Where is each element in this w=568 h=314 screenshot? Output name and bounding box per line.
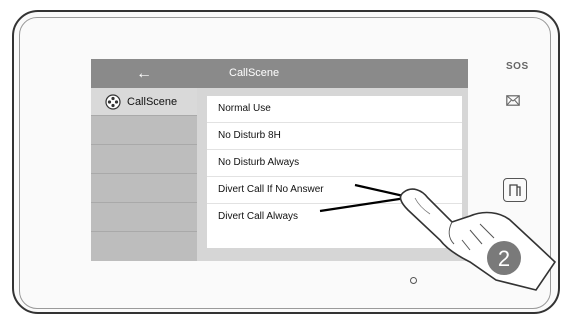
option-no-disturb-8h[interactable]: No Disturb 8H: [207, 123, 462, 150]
sidebar-empty-row: [91, 174, 197, 203]
option-divert-call-always[interactable]: Divert Call Always: [207, 204, 462, 230]
option-no-disturb-always[interactable]: No Disturb Always: [207, 150, 462, 177]
message-button[interactable]: [506, 95, 520, 109]
options-panel: Normal Use No Disturb 8H No Disturb Alwa…: [207, 96, 462, 248]
sidebar-item-callscene[interactable]: CallScene: [91, 88, 197, 116]
indicator-led: [410, 277, 417, 284]
page-title: CallScene: [229, 67, 280, 79]
sos-button[interactable]: SOS: [506, 61, 529, 72]
screen: ← CallScene CallScene Normal Use No Dist…: [91, 59, 468, 261]
back-button[interactable]: ←: [91, 59, 197, 88]
callscene-icon: [105, 93, 121, 110]
sidebar-empty-row: [91, 116, 197, 145]
sidebar: CallScene: [91, 88, 197, 261]
sidebar-item-label: CallScene: [127, 95, 178, 108]
back-arrow-icon: ←: [136, 64, 152, 82]
unlock-button[interactable]: [503, 178, 527, 202]
option-divert-call-if-no-answer[interactable]: Divert Call If No Answer: [207, 177, 462, 204]
sidebar-empty-row: [91, 203, 197, 232]
sidebar-empty-row: [91, 145, 197, 174]
option-normal-use[interactable]: Normal Use: [207, 96, 462, 123]
title-bar: ← CallScene: [91, 59, 468, 88]
door-icon: [509, 184, 521, 196]
envelope-icon: [506, 95, 520, 106]
